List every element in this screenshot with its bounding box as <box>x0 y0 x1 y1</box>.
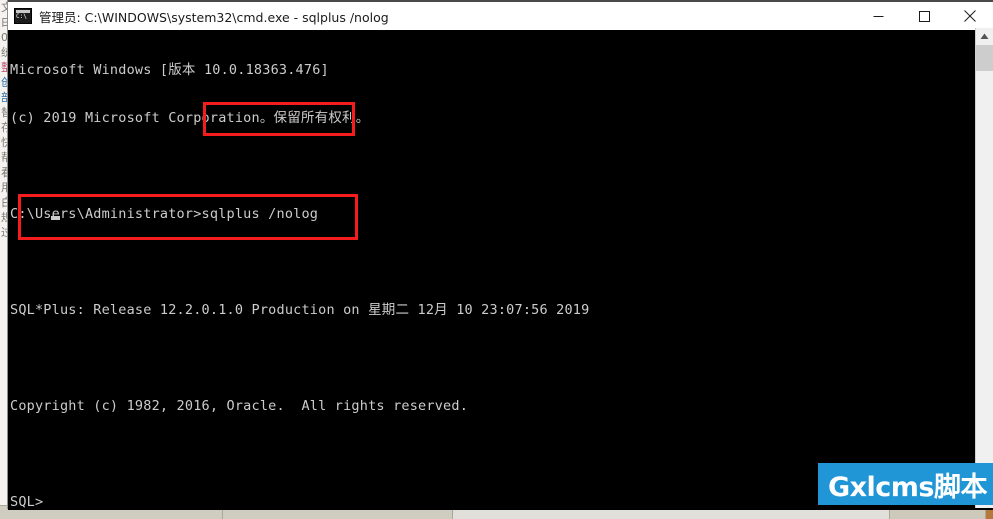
scroll-up-button[interactable] <box>976 28 993 45</box>
watermark-text: Gxlcms脚本 <box>827 471 988 503</box>
cmd-console-icon <box>14 8 32 24</box>
minimize-icon <box>873 15 883 17</box>
window-title-bar[interactable]: 管理员: C:\WINDOWS\system32\cmd.exe - sqlpl… <box>8 0 993 30</box>
close-button[interactable] <box>947 2 993 30</box>
window-title-text: 管理员: C:\WINDOWS\system32\cmd.exe - sqlpl… <box>39 9 389 25</box>
site-watermark: Gxlcms脚本 <box>817 463 993 505</box>
scroll-up-icon <box>980 33 989 39</box>
scrollbar-thumb[interactable] <box>976 45 993 71</box>
terminal-line: Copyright (c) 1982, 2016, Oracle. All ri… <box>10 398 469 414</box>
console-scrollbar[interactable] <box>975 28 993 508</box>
terminal-line: C:\Users\Administrator>sqlplus /nolog <box>10 206 319 222</box>
maximize-icon <box>918 10 930 22</box>
terminal-line: Microsoft Windows [版本 10.0.18363.476] <box>10 62 329 78</box>
cmd-console-window: 管理员: C:\WINDOWS\system32\cmd.exe - sqlpl… <box>8 0 993 510</box>
terminal-line: (c) 2019 Microsoft Corporation。保留所有权利。 <box>10 110 370 126</box>
terminal-cursor <box>51 216 60 220</box>
minimize-button[interactable] <box>855 2 901 30</box>
close-icon <box>964 10 976 22</box>
terminal-output-area[interactable]: Microsoft Windows [版本 10.0.18363.476] (c… <box>8 30 993 510</box>
terminal-text-block: Microsoft Windows [版本 10.0.18363.476] (c… <box>10 30 975 510</box>
terminal-line: SQL*Plus: Release 12.2.0.1.0 Production … <box>10 302 590 318</box>
maximize-button[interactable] <box>901 2 947 30</box>
window-controls <box>855 2 993 30</box>
